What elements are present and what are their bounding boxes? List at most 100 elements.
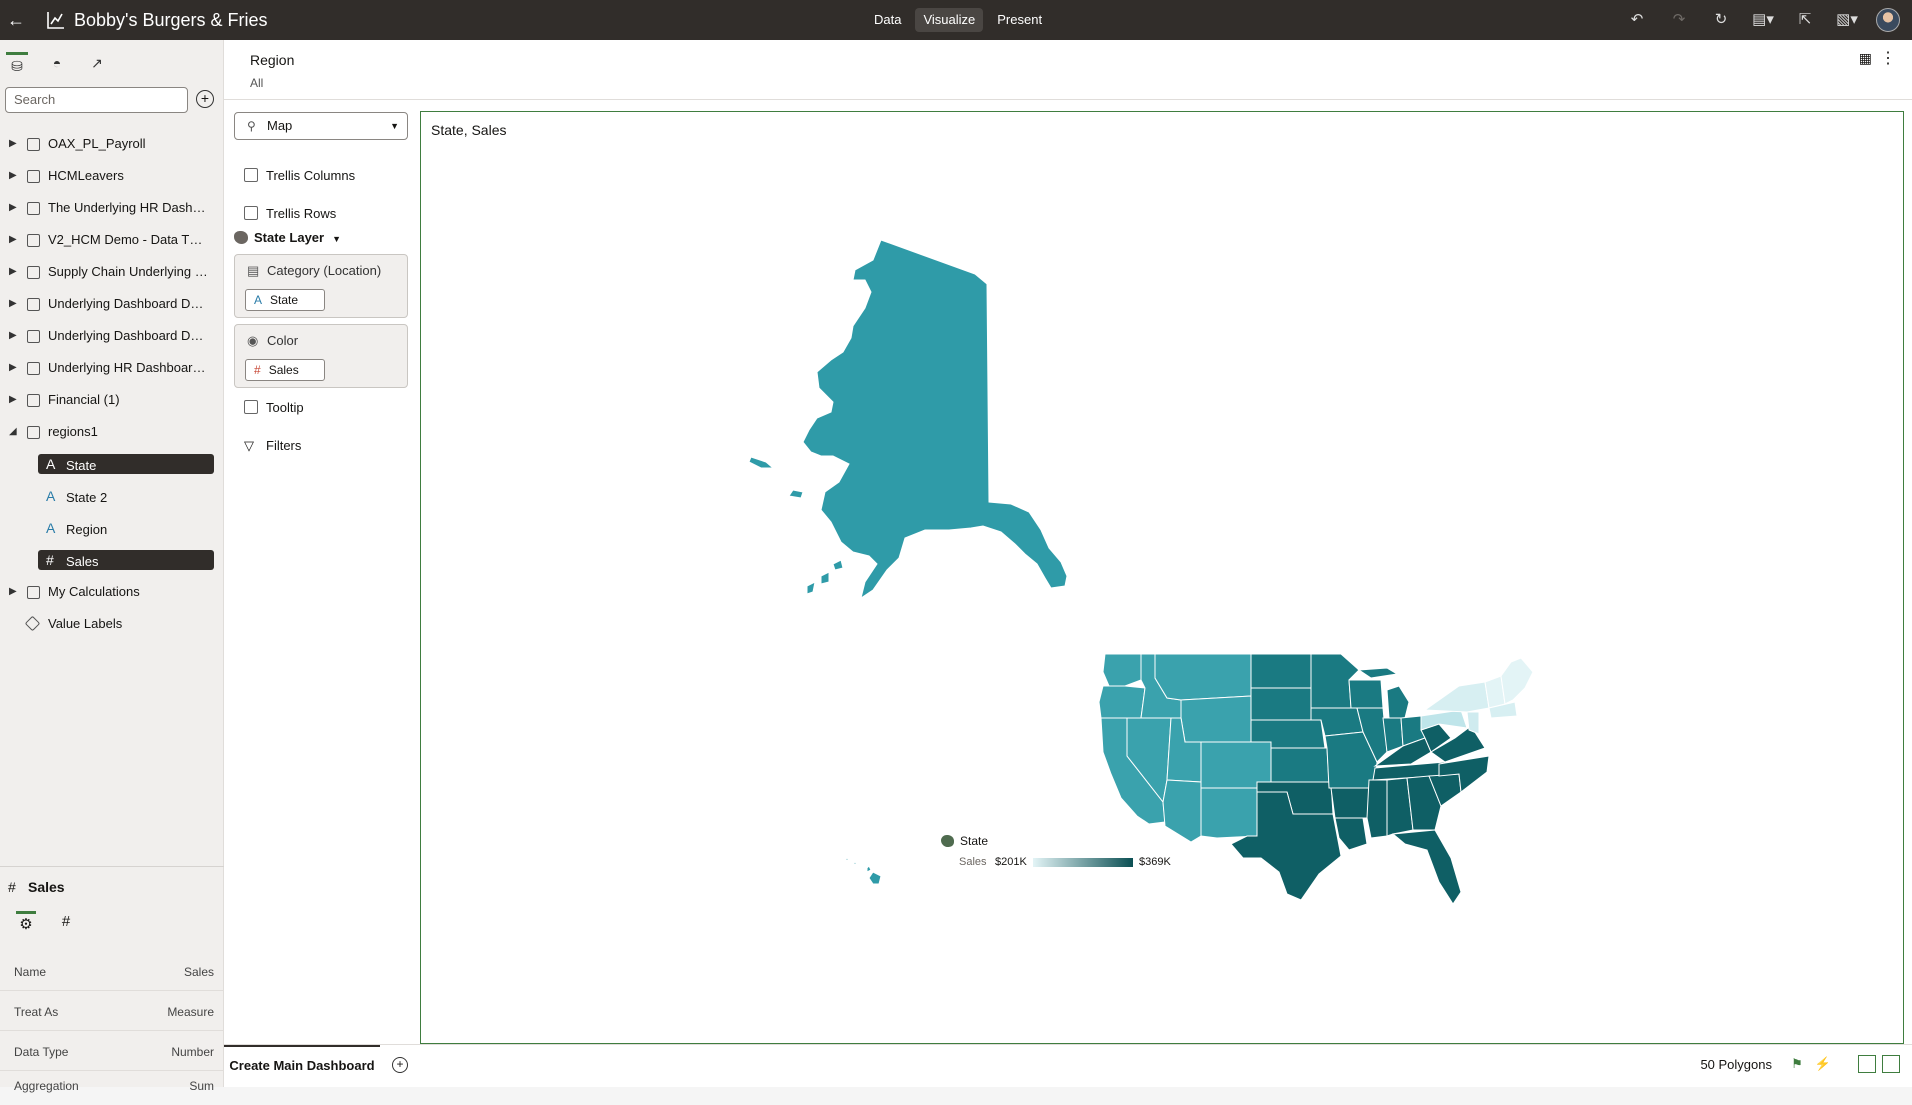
dataset-item[interactable]: ▶ Underlying HR Dashboard… <box>0 352 224 384</box>
state-alaska-islands[interactable] <box>748 456 844 595</box>
color-well[interactable]: ◉ Color # Sales <box>234 324 408 388</box>
state-new-mexico[interactable] <box>1200 787 1258 839</box>
caret-right-icon[interactable]: ▶ <box>9 160 17 192</box>
dataset-item[interactable]: ▶ Supply Chain Underlying … <box>0 256 224 288</box>
dataset-item[interactable]: ▶ OAX_PL_Payroll <box>0 128 224 160</box>
state-pennsylvania[interactable] <box>1420 709 1468 731</box>
state-colorado[interactable] <box>1200 741 1272 789</box>
state-map[interactable] <box>421 112 1904 1044</box>
user-avatar[interactable] <box>1876 8 1900 32</box>
state-arkansas[interactable] <box>1330 787 1372 819</box>
dataset-icon <box>27 170 40 183</box>
state-oregon[interactable] <box>1098 685 1146 719</box>
layer-selector[interactable]: State Layer ▼ <box>234 230 341 245</box>
state-kansas[interactable] <box>1270 747 1330 783</box>
state-new-york[interactable] <box>1423 681 1490 713</box>
mode-data-tab[interactable]: Data <box>866 8 909 32</box>
add-canvas-icon[interactable]: + <box>392 1057 408 1073</box>
auto-apply-icon[interactable]: ⚡ <box>1814 1055 1832 1073</box>
caret-right-icon[interactable]: ▶ <box>9 256 17 288</box>
state-wisconsin[interactable] <box>1348 679 1384 709</box>
viz-type-select[interactable]: ⚲ Map ▼ <box>234 112 408 140</box>
caret-right-icon[interactable]: ▶ <box>9 288 17 320</box>
filter-settings-icon[interactable]: ▦ <box>1859 50 1872 67</box>
dataset-item[interactable]: ▶ Underlying Dashboard Da… <box>0 288 224 320</box>
column-item-sales[interactable]: # Sales <box>0 544 224 576</box>
redo-icon[interactable]: ↷ <box>1666 8 1692 32</box>
number-format-tab-icon[interactable]: # <box>56 911 76 933</box>
state-north-dakota[interactable] <box>1250 653 1312 689</box>
workbook-icon <box>47 12 64 29</box>
trellis-columns-drop[interactable]: Trellis Columns <box>244 168 355 183</box>
caret-down-icon[interactable]: ◢ <box>9 416 17 448</box>
add-data-icon[interactable]: + <box>196 90 214 108</box>
tooltip-icon <box>244 400 258 414</box>
column-item-region[interactable]: A Region <box>0 512 224 544</box>
dataset-icon <box>27 394 40 407</box>
data-tab-icon[interactable]: ⛁ <box>6 52 28 74</box>
undo-icon[interactable]: ↶ <box>1624 8 1650 32</box>
toolbar: ↶ ↷ ↻ ▤▾ ⇱ ▧▾ <box>1624 8 1900 32</box>
state-indiana[interactable] <box>1382 717 1404 753</box>
comment-menu-icon[interactable]: ▤▾ <box>1750 8 1776 32</box>
caret-right-icon[interactable]: ▶ <box>9 576 17 608</box>
filter-value[interactable]: All <box>250 76 263 90</box>
folder-my-calculations[interactable]: ▶ My Calculations <box>0 576 224 608</box>
dataset-item[interactable]: ▶ Underlying Dashboard Da… <box>0 320 224 352</box>
map-legend-toggle-icon[interactable]: ⚑ <box>1788 1055 1806 1073</box>
caret-right-icon[interactable]: ▶ <box>9 192 17 224</box>
caret-right-icon[interactable]: ▶ <box>9 224 17 256</box>
state-florida[interactable] <box>1391 829 1462 905</box>
column-item-state-2[interactable]: A State 2 <box>0 480 224 512</box>
state-louisiana[interactable] <box>1334 817 1368 851</box>
filter-name[interactable]: Region <box>250 52 294 68</box>
state-south-dakota[interactable] <box>1250 687 1312 721</box>
dataset-item[interactable]: ▶ The Underlying HR Dashb… <box>0 192 224 224</box>
column-item-state[interactable]: A State <box>0 448 224 480</box>
analytics-tab-icon[interactable]: ◓ <box>46 52 68 74</box>
save-menu-icon[interactable]: ▧▾ <box>1834 8 1860 32</box>
sales-chip[interactable]: # Sales <box>245 359 325 381</box>
state-maine[interactable] <box>1500 657 1534 705</box>
state-alaska[interactable] <box>802 239 1068 600</box>
folder-value-labels[interactable]: Value Labels <box>0 608 224 640</box>
dataset-icon <box>27 202 40 215</box>
caret-right-icon[interactable]: ▶ <box>9 320 17 352</box>
filters-drop[interactable]: ▽ Filters <box>244 438 301 454</box>
refresh-data-icon[interactable]: ↻ <box>1708 8 1734 32</box>
dataset-item[interactable]: ▶ HCMLeavers <box>0 160 224 192</box>
visualization-canvas[interactable]: State, Sales State Sales $201K $369K <box>420 111 1904 1044</box>
dataset-item-expanded[interactable]: ◢ regions1 <box>0 416 224 448</box>
state-washington[interactable] <box>1102 653 1142 687</box>
main-area: Region All ▦ ⋮ ⚲ Map ▼ Trellis Columns T… <box>224 40 1912 1087</box>
trellis-rows-drop[interactable]: Trellis Rows <box>244 206 336 221</box>
general-settings-gear-icon[interactable]: ⚙ <box>16 911 36 933</box>
mode-visualize-tab[interactable]: Visualize <box>915 8 984 32</box>
caret-right-icon[interactable]: ▶ <box>9 384 17 416</box>
mode-present-tab[interactable]: Present <box>989 8 1050 32</box>
left-panel-toggle-icon[interactable] <box>1858 1055 1876 1073</box>
canvas-tab[interactable]: Create Main Dashboard <box>224 1045 380 1088</box>
state-chip[interactable]: A State <box>245 289 325 311</box>
funnel-icon: ▽ <box>244 438 254 453</box>
grammar-panel-toggle-icon[interactable] <box>1882 1055 1900 1073</box>
dataset-item[interactable]: ▶ Financial (1) <box>0 384 224 416</box>
state-arizona[interactable] <box>1162 779 1202 843</box>
caret-right-icon[interactable]: ▶ <box>9 128 17 160</box>
tooltip-drop[interactable]: Tooltip <box>244 400 304 415</box>
more-options-icon[interactable]: ⋮ <box>1880 48 1896 68</box>
state-mississippi[interactable] <box>1366 779 1388 839</box>
dataset-item[interactable]: ▶ V2_HCM Demo - Data TT … <box>0 224 224 256</box>
category-icon: ▤ <box>247 263 260 278</box>
trend-tab-icon[interactable]: ↗ <box>86 52 108 74</box>
search-input[interactable]: Search <box>5 87 188 113</box>
back-arrow-icon[interactable]: ← <box>4 8 28 32</box>
category-location-well[interactable]: ▤ Category (Location) A State <box>234 254 408 318</box>
caret-right-icon[interactable]: ▶ <box>9 352 17 384</box>
chevron-down-icon: ▼ <box>332 234 342 244</box>
state-wyoming[interactable] <box>1180 695 1252 743</box>
state-montana[interactable] <box>1154 653 1252 701</box>
polygon-count: 50 Polygons <box>1700 1057 1772 1072</box>
state-hawaii[interactable] <box>843 857 882 885</box>
export-icon[interactable]: ⇱ <box>1792 8 1818 32</box>
